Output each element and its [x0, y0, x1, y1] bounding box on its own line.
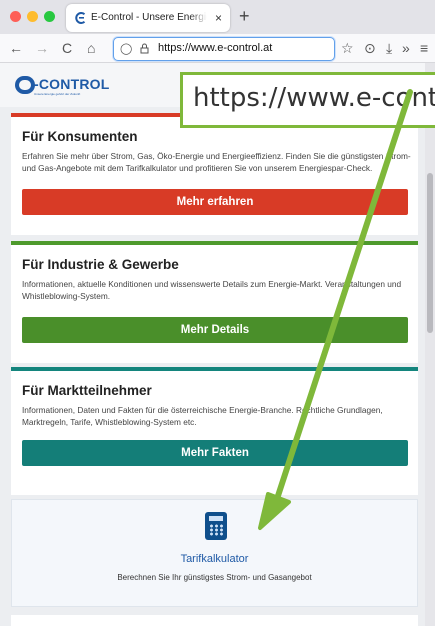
page-viewport: -CONTROL Unsere Energie gehört der Zukun… [0, 63, 425, 626]
tab-title: E-Control - Unsere Energie gehört der Zu… [91, 12, 207, 23]
card-text: Erfahren Sie mehr über Strom, Gas, Öko-E… [22, 151, 411, 173]
back-icon[interactable]: ← [9, 40, 23, 56]
close-window-button[interactable] [10, 11, 21, 22]
url-callout: https://www.e-control.at [180, 72, 435, 128]
forward-icon[interactable]: → [35, 40, 49, 56]
site-favicon-icon [75, 12, 86, 24]
url-text[interactable]: https://www.e-control.at [158, 42, 272, 55]
tab-bar: E-Control - Unsere Energie gehört der Zu… [0, 0, 435, 34]
calculator-icon [205, 512, 227, 540]
download-icon[interactable]: ⤓ [386, 40, 392, 56]
lock-icon[interactable] [140, 43, 149, 54]
logo-e-icon [15, 76, 35, 94]
card-marktteilnehmer: Für Marktteilnehmer Informationen, Daten… [11, 367, 418, 495]
tarifkalkulator-tile[interactable]: Tarifkalkulator Berechnen Sie Ihr günsti… [11, 499, 418, 607]
logo-tagline: Unsere Energie gehört der Zukunft [34, 92, 81, 96]
pocket-icon[interactable]: ⊙ [364, 40, 376, 56]
card-title: Für Konsumenten [22, 129, 138, 144]
logo-text: -CONTROL [34, 76, 110, 92]
reload-icon[interactable]: C [62, 40, 72, 56]
card-konsumenten: Für Konsumenten Erfahren Sie mehr über S… [11, 113, 418, 235]
mehr-erfahren-button[interactable]: Mehr erfahren [22, 189, 408, 215]
hamburger-menu-icon[interactable]: ≡ [420, 40, 428, 56]
page-scrollbar[interactable] [425, 63, 435, 626]
card-text: Informationen, aktuelle Konditionen und … [22, 279, 402, 301]
card-text: Informationen, Daten und Fakten für die … [22, 405, 383, 427]
tarif-subtitle: Berechnen Sie Ihr günstigstes Strom- und… [117, 573, 312, 582]
minimize-window-button[interactable] [27, 11, 38, 22]
tarif-title[interactable]: Tarifkalkulator [12, 553, 417, 565]
close-tab-icon[interactable]: × [215, 11, 222, 25]
mehr-fakten-button[interactable]: Mehr Fakten [22, 440, 408, 466]
home-icon[interactable]: ⌂ [87, 40, 95, 56]
overflow-menu-icon[interactable]: » [402, 40, 410, 56]
card-title: Für Marktteilnehmer [22, 383, 152, 398]
navigation-bar: ← → C ⌂ ◯ https://www.e-control.at ☆ ⊙ ⤓… [0, 34, 435, 63]
browser-tab[interactable]: E-Control - Unsere Energie gehört der Zu… [66, 4, 230, 32]
scrollbar-thumb[interactable] [427, 173, 433, 333]
card-title: Für Industrie & Gewerbe [22, 257, 179, 272]
card-industrie-gewerbe: Für Industrie & Gewerbe Informationen, a… [11, 241, 418, 363]
maximize-window-button[interactable] [44, 11, 55, 22]
bookmark-star-icon[interactable]: ☆ [341, 40, 354, 56]
next-card [11, 615, 418, 626]
callout-text: https://www.e-control.at [193, 83, 435, 113]
address-bar[interactable]: ◯ https://www.e-control.at [113, 37, 335, 61]
new-tab-button[interactable]: + [239, 6, 250, 26]
mehr-details-button[interactable]: Mehr Details [22, 317, 408, 343]
shield-icon[interactable]: ◯ [120, 42, 132, 55]
